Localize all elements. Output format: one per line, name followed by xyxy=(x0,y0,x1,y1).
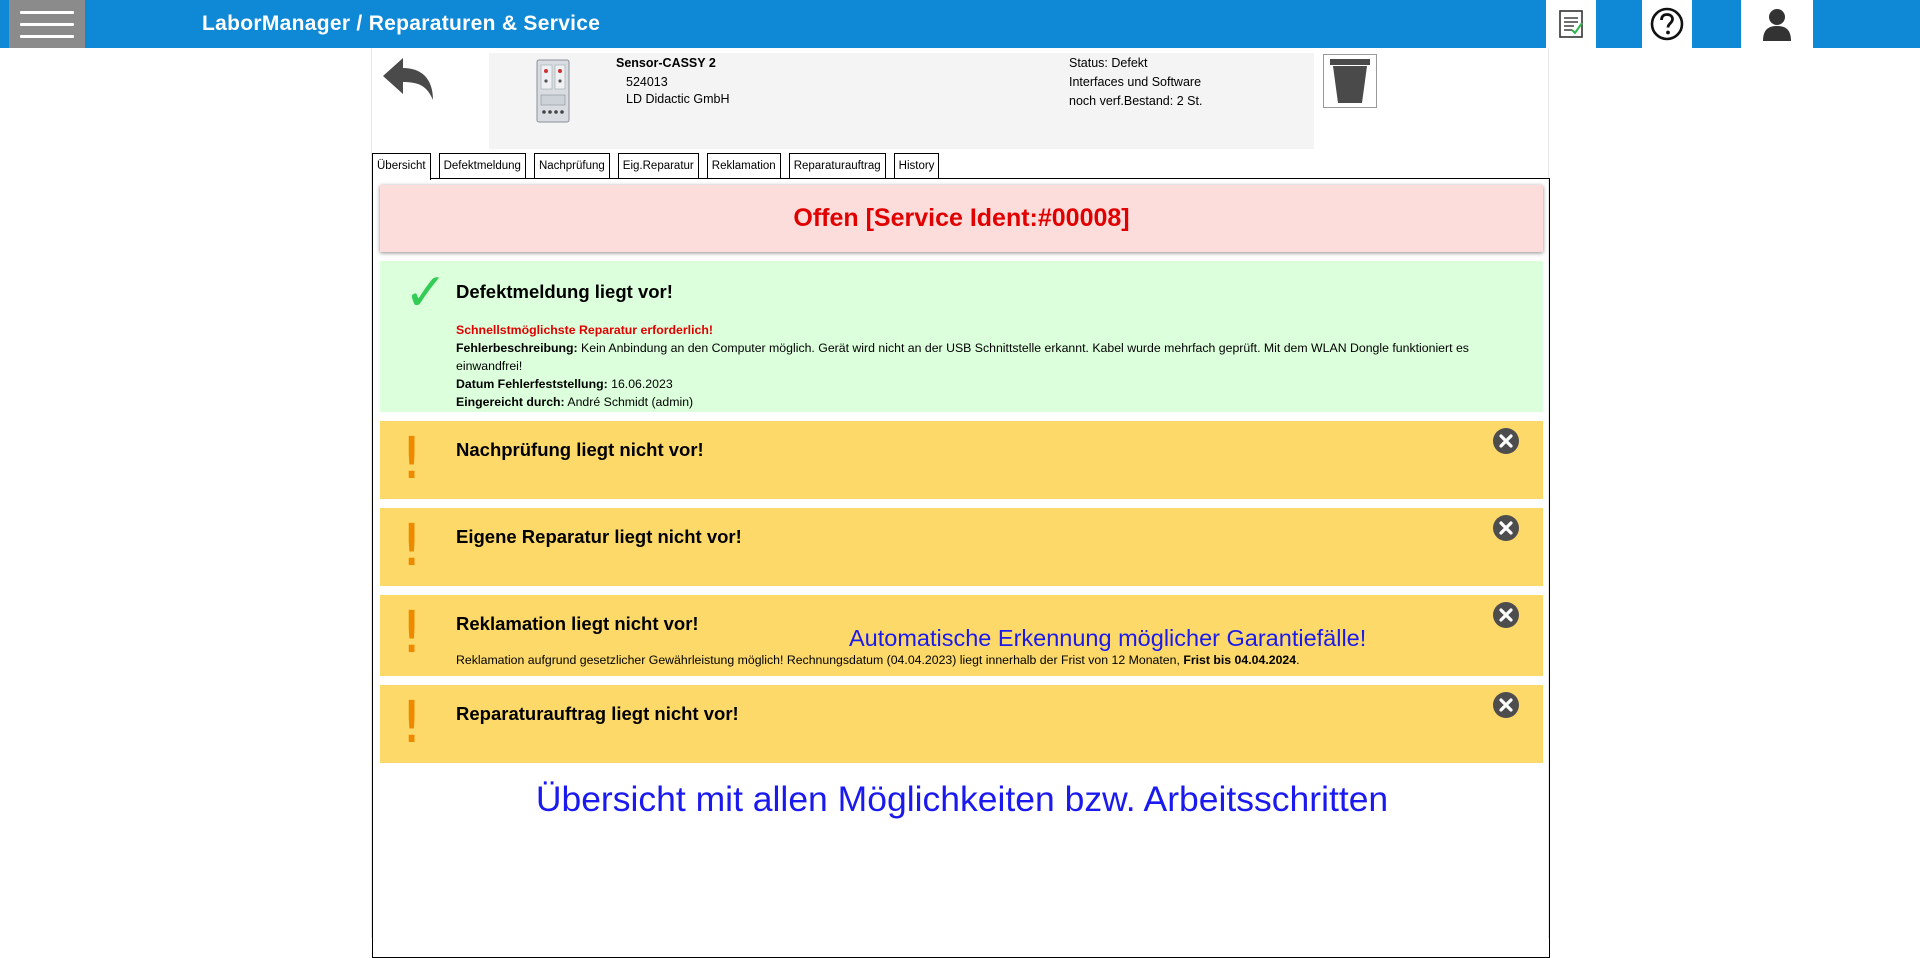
user-button[interactable] xyxy=(1741,0,1813,48)
hamburger-menu-button[interactable] xyxy=(9,0,85,48)
defect-report-card: ✓ Defektmeldung liegt vor! Schnellstmögl… xyxy=(380,261,1543,412)
warning-icon: ! xyxy=(400,511,424,579)
complaint-note: Reklamation aufgrund gesetzlicher Gewähr… xyxy=(456,651,1536,669)
complaint-note-text: Reklamation aufgrund gesetzlicher Gewähr… xyxy=(456,653,1180,667)
defect-description: Fehlerbeschreibung: Kein Anbindung an de… xyxy=(456,339,1496,375)
urgent-note: Schnellstmöglichste Reparatur erforderli… xyxy=(456,323,713,337)
user-icon xyxy=(1763,9,1791,41)
status-banner: Offen [Service Ident:#00008] xyxy=(380,185,1543,252)
tab-eig-reparatur[interactable]: Eig.Reparatur xyxy=(617,153,699,179)
app-title: LaborManager / Reparaturen & Service xyxy=(202,12,601,35)
device-name: Sensor-CASSY 2 xyxy=(616,56,716,70)
submitter-label: Eingereicht durch: xyxy=(456,395,565,409)
back-button[interactable] xyxy=(381,54,435,108)
tab-content: Offen [Service Ident:#00008] ✓ Defektmel… xyxy=(372,178,1550,958)
warning-icon: ! xyxy=(400,424,424,492)
close-icon[interactable] xyxy=(1492,691,1520,719)
description-label: Fehlerbeschreibung: xyxy=(456,341,578,355)
tab-nachpruefung[interactable]: Nachprüfung xyxy=(533,153,610,179)
checklist-icon xyxy=(1559,10,1583,38)
tab-reparaturauftrag[interactable]: Reparaturauftrag xyxy=(788,153,886,179)
back-arrow-icon xyxy=(383,58,433,100)
defect-details: Schnellstmöglichste Reparatur erforderli… xyxy=(456,321,1496,411)
checklist-button[interactable] xyxy=(1546,0,1596,48)
top-bar: LaborManager / Reparaturen & Service xyxy=(0,0,1920,48)
device-stock: noch verf.Bestand: 2 St. xyxy=(1069,94,1203,108)
main-container: Sensor-CASSY 2 524013 LD Didactic GmbH S… xyxy=(371,48,1550,958)
own-repair-card: ! Eigene Reparatur liegt nicht vor! xyxy=(380,508,1543,586)
repair-order-card: ! Reparaturauftrag liegt nicht vor! xyxy=(380,685,1543,763)
description-text: Kein Anbindung an den Computer möglich. … xyxy=(456,341,1469,373)
warranty-annotation: Automatische Erkennung möglicher Garanti… xyxy=(849,625,1367,651)
close-icon[interactable] xyxy=(1492,514,1520,542)
help-button[interactable] xyxy=(1642,0,1692,48)
device-number: 524013 xyxy=(626,75,668,89)
warning-icon: ! xyxy=(400,688,424,756)
tab-uebersicht[interactable]: Übersicht xyxy=(372,153,431,180)
defect-date: Datum Fehlerfeststellung: 16.06.2023 xyxy=(456,375,1496,393)
menu-line xyxy=(20,10,74,14)
tab-reklamation[interactable]: Reklamation xyxy=(706,153,781,179)
complaint-deadline: Frist bis 04.04.2024 xyxy=(1183,653,1297,667)
complaint-title: Reklamation liegt nicht vor! xyxy=(456,613,699,634)
device-status: Status: Defekt xyxy=(1069,56,1148,70)
warning-icon: ! xyxy=(400,598,424,666)
submitter-value: André Schmidt (admin) xyxy=(567,395,694,409)
inspection-card: ! Nachprüfung liegt nicht vor! xyxy=(380,421,1543,499)
defect-report-title: Defektmeldung liegt vor! xyxy=(456,281,673,302)
delete-button[interactable] xyxy=(1323,54,1377,108)
menu-line xyxy=(20,34,74,38)
complaint-note-end: . xyxy=(1296,653,1300,667)
date-label: Datum Fehlerfeststellung: xyxy=(456,377,608,391)
device-image xyxy=(536,59,570,123)
menu-line xyxy=(20,22,74,26)
tab-bar: Übersicht Defektmeldung Nachprüfung Eig.… xyxy=(372,153,947,180)
tab-history[interactable]: History xyxy=(893,153,940,179)
help-icon xyxy=(1650,7,1684,41)
check-icon: ✓ xyxy=(404,263,448,323)
trash-icon xyxy=(1330,59,1370,103)
close-icon[interactable] xyxy=(1492,601,1520,629)
close-icon[interactable] xyxy=(1492,427,1520,455)
repair-order-title: Reparaturauftrag liegt nicht vor! xyxy=(456,703,739,724)
inspection-title: Nachprüfung liegt nicht vor! xyxy=(456,439,704,460)
device-category: Interfaces und Software xyxy=(1069,75,1202,89)
device-info-panel: Sensor-CASSY 2 524013 LD Didactic GmbH S… xyxy=(489,53,1314,149)
own-repair-title: Eigene Reparatur liegt nicht vor! xyxy=(456,526,742,547)
tab-defektmeldung[interactable]: Defektmeldung xyxy=(438,153,526,179)
date-value: 16.06.2023 xyxy=(611,377,673,391)
overview-annotation: Übersicht mit allen Möglichkeiten bzw. A… xyxy=(535,779,1389,819)
defect-submitter: Eingereicht durch: André Schmidt (admin) xyxy=(456,393,1496,411)
device-manufacturer: LD Didactic GmbH xyxy=(626,92,730,106)
